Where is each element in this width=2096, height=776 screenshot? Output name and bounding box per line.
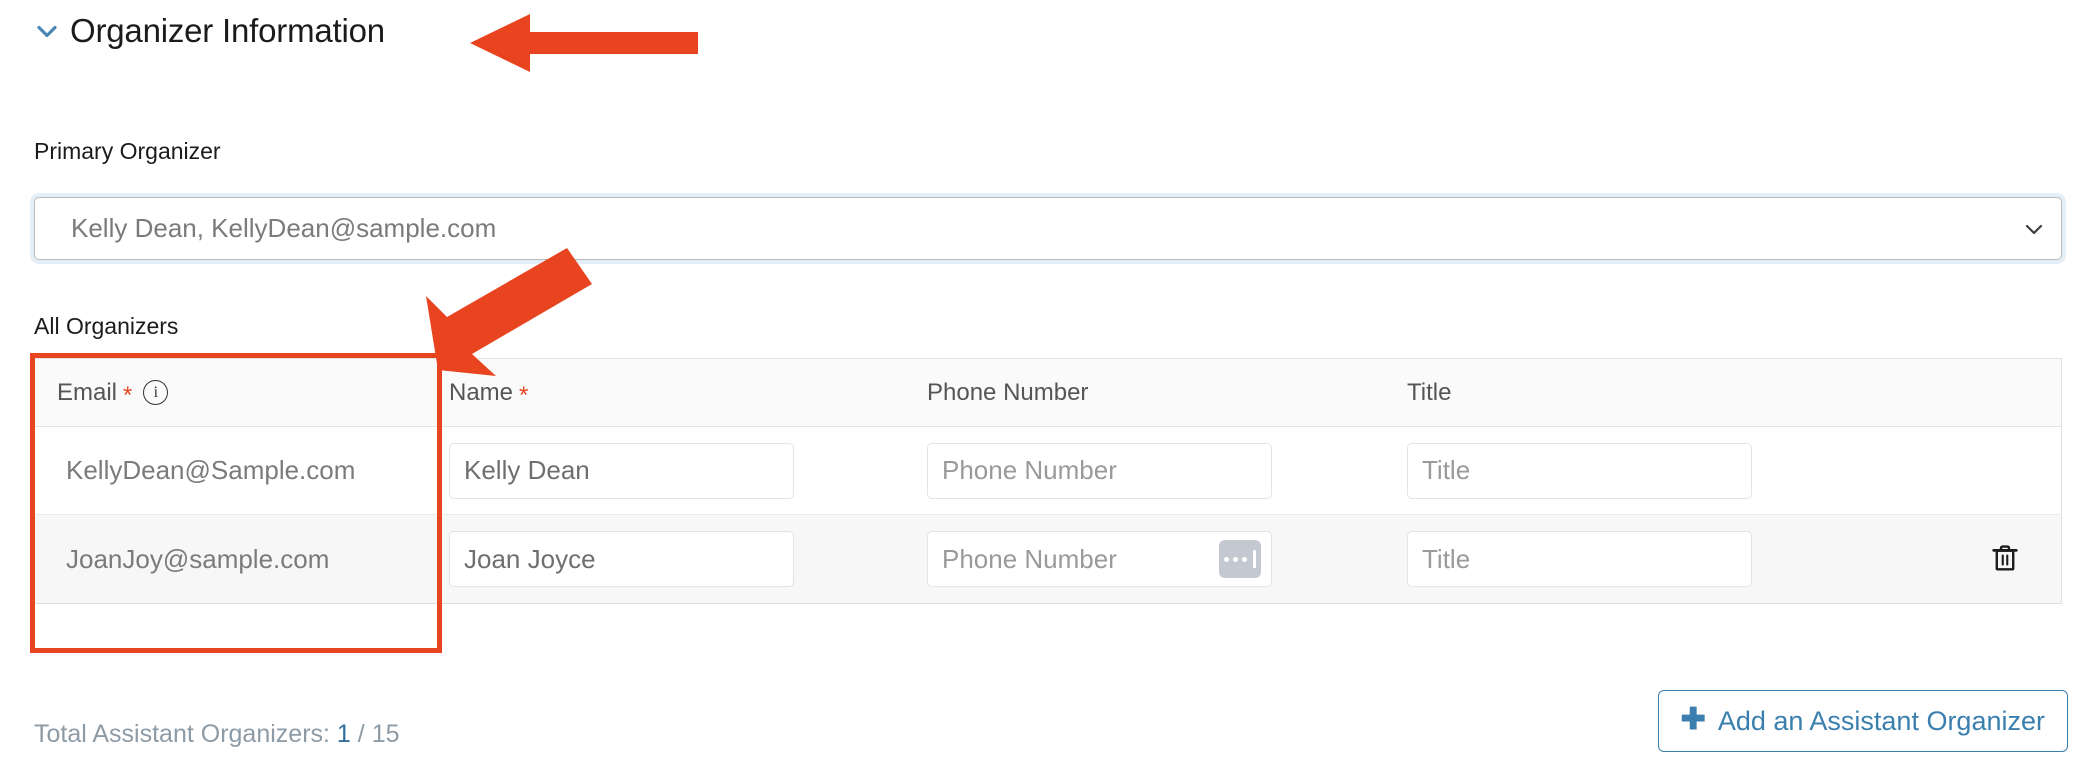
phone-input[interactable]: Phone Number [927, 442, 1272, 499]
cell-name: Joan Joyce [427, 531, 905, 587]
total-assistant-organizers: Total Assistant Organizers: 1 / 15 [34, 722, 400, 747]
cell-phone: Phone Number [905, 531, 1385, 587]
column-header-name-label: Name [449, 378, 514, 406]
title-input[interactable]: Title [1407, 531, 1752, 587]
column-header-phone-label: Phone Number [927, 378, 1089, 406]
column-header-email: Email * i [35, 378, 427, 409]
section-header[interactable]: Organizer Information [34, 14, 385, 47]
column-header-name: Name * [427, 378, 905, 409]
required-marker: * [519, 381, 529, 409]
organizer-email-value: KellyDean@Sample.com [66, 455, 356, 485]
organizer-information-panel: Organizer Information Primary Organizer … [0, 0, 2096, 776]
annotation-arrow-to-title [470, 14, 698, 72]
table-header-row: Email * i Name * Phone Number Title [35, 359, 2061, 427]
column-header-email-label: Email [57, 378, 118, 406]
name-input-value: Joan Joyce [464, 543, 596, 574]
primary-organizer-select[interactable]: Kelly Dean, KellyDean@sample.com [34, 197, 2062, 260]
cell-email: KellyDean@Sample.com [35, 455, 427, 486]
trash-icon [1988, 541, 2022, 578]
chevron-down-icon[interactable] [34, 18, 60, 44]
primary-organizer-label: Primary Organizer [34, 138, 221, 164]
table-row: JoanJoy@sample.com Joan Joyce Phone Numb… [35, 515, 2061, 603]
phone-input[interactable]: Phone Number [927, 531, 1272, 587]
name-input-value: Kelly Dean [464, 455, 590, 485]
delete-organizer-button[interactable] [1982, 536, 2028, 582]
required-marker: * [123, 381, 133, 409]
title-input-placeholder: Title [1422, 543, 1471, 574]
title-input[interactable]: Title [1407, 442, 1752, 499]
total-separator: / [357, 720, 365, 748]
organizer-email-value: JoanJoy@sample.com [66, 543, 330, 574]
cell-name: Kelly Dean [427, 442, 905, 499]
cell-title: Title [1385, 442, 1949, 499]
phone-input-placeholder: Phone Number [942, 455, 1117, 485]
cell-phone: Phone Number [905, 442, 1385, 499]
page-title: Organizer Information [70, 12, 385, 49]
plus-icon: ✚ [1680, 703, 1706, 736]
phone-input-placeholder: Phone Number [942, 543, 1117, 574]
name-input[interactable]: Kelly Dean [449, 442, 794, 499]
cell-actions [1949, 536, 2061, 582]
autofill-dots-icon[interactable] [1219, 540, 1261, 578]
total-max-count: 15 [371, 720, 400, 748]
total-current-count: 1 [336, 720, 351, 748]
title-input-placeholder: Title [1422, 455, 1471, 485]
add-assistant-organizer-label: Add an Assistant Organizer [1717, 705, 2045, 736]
all-organizers-label: All Organizers [34, 313, 179, 339]
chevron-down-icon[interactable] [2007, 198, 2061, 259]
cell-title: Title [1385, 531, 1949, 587]
column-header-phone: Phone Number [905, 378, 1385, 406]
cell-email: JoanJoy@sample.com [35, 544, 427, 575]
name-input[interactable]: Joan Joyce [449, 531, 794, 587]
column-header-title-label: Title [1407, 378, 1452, 406]
primary-organizer-selected-value: Kelly Dean, KellyDean@sample.com [71, 213, 497, 243]
organizers-table: Email * i Name * Phone Number Title Kell… [34, 358, 2062, 604]
info-circle-icon[interactable]: i [143, 380, 169, 405]
add-assistant-organizer-button[interactable]: ✚ Add an Assistant Organizer [1657, 690, 2068, 752]
column-header-title: Title [1385, 378, 1949, 406]
table-row: KellyDean@Sample.com Kelly Dean Phone Nu… [35, 427, 2061, 515]
total-label: Total Assistant Organizers: [34, 720, 330, 748]
